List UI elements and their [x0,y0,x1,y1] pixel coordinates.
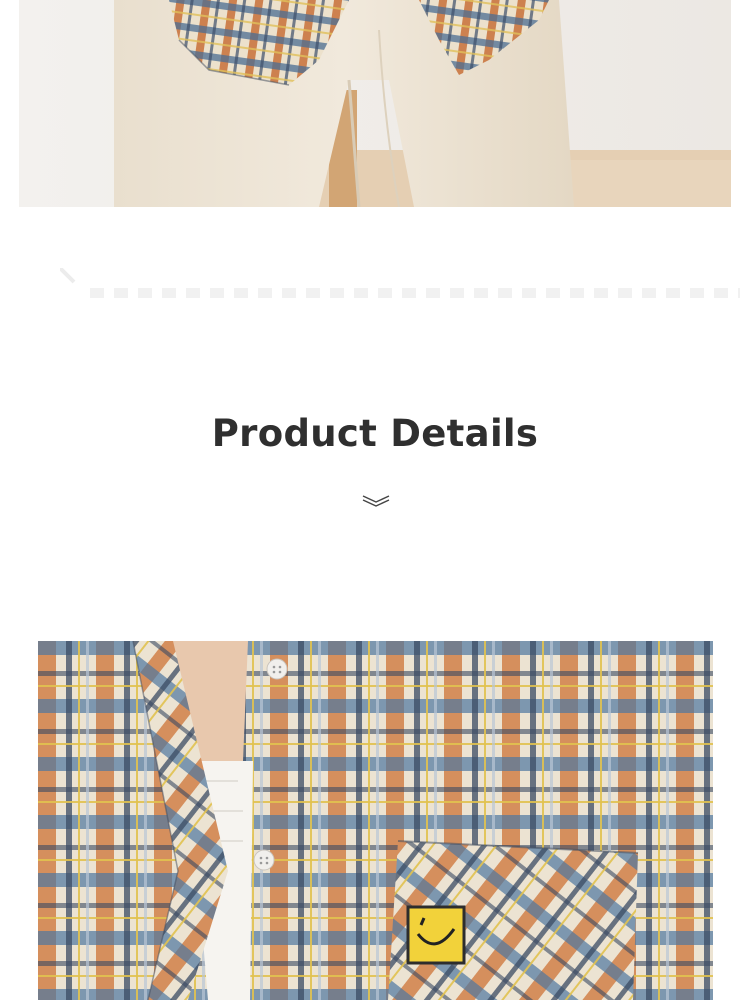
faint-watermark-row [58,266,750,308]
page-title: Product Details [211,412,539,455]
smiley-patch-icon [406,905,466,965]
top-product-photo [19,0,731,207]
bottom-product-photo [38,641,713,1000]
double-chevron-down-icon [362,493,390,507]
